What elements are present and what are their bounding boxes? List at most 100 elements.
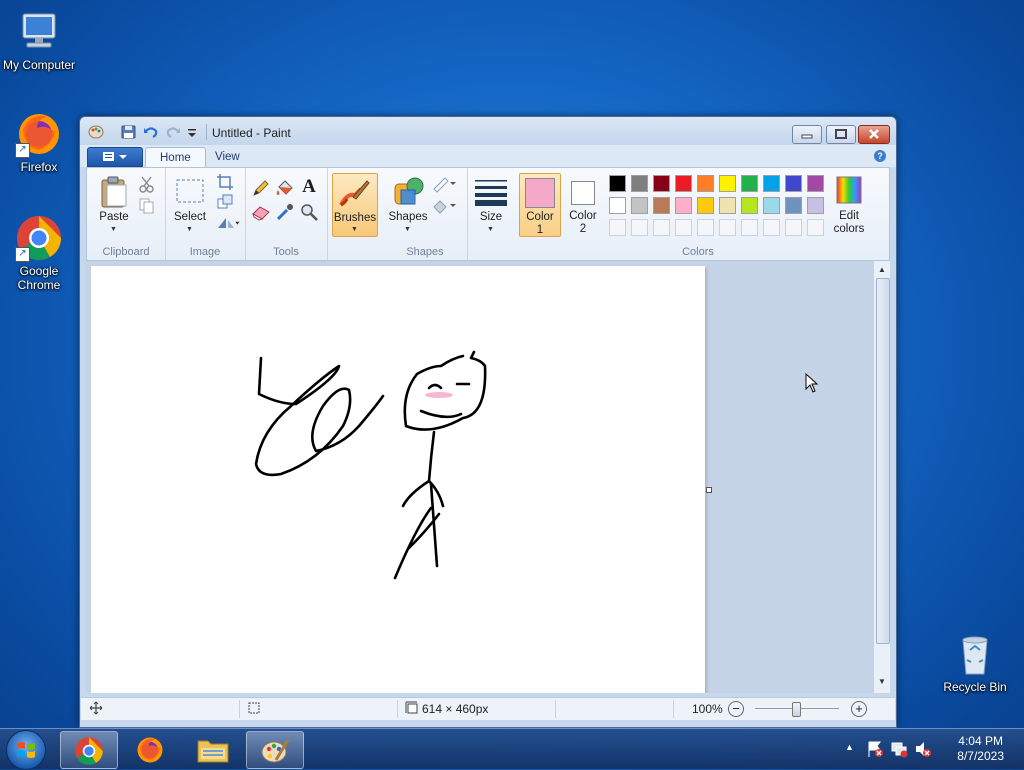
save-icon[interactable] <box>121 125 137 139</box>
customize-quick-access-icon[interactable] <box>186 125 202 139</box>
palette-swatch[interactable] <box>675 197 692 214</box>
show-hidden-icons-button[interactable]: ▲ <box>845 742 854 752</box>
canvas-workspace <box>86 261 873 693</box>
custom-color-slot[interactable] <box>653 219 670 236</box>
crop-icon[interactable] <box>215 172 235 192</box>
custom-color-slot[interactable] <box>609 219 626 236</box>
size-button[interactable]: Size ▼ <box>469 172 513 234</box>
network-icon[interactable] <box>890 740 908 761</box>
edit-colors-button[interactable]: Edit colors <box>827 173 871 235</box>
color-palette <box>609 175 829 237</box>
desktop-icon-google-chrome[interactable]: ↗ Google Chrome <box>0 214 78 292</box>
palette-swatch[interactable] <box>719 175 736 192</box>
palette-swatch[interactable] <box>697 197 714 214</box>
custom-color-slot[interactable] <box>675 219 692 236</box>
brush-icon <box>339 180 370 207</box>
scroll-up-button[interactable]: ▲ <box>875 263 889 276</box>
shapes-button[interactable]: Shapes ▼ <box>387 172 429 234</box>
palette-swatch[interactable] <box>653 197 670 214</box>
zoom-out-button[interactable]: − <box>728 701 744 717</box>
palette-swatch[interactable] <box>763 197 780 214</box>
palette-swatch[interactable] <box>675 175 692 192</box>
palette-swatch[interactable] <box>653 175 670 192</box>
palette-swatch[interactable] <box>763 175 780 192</box>
palette-swatch[interactable] <box>631 197 648 214</box>
canvas-resize-handle[interactable] <box>706 487 712 493</box>
custom-color-slot[interactable] <box>763 219 780 236</box>
custom-color-slot[interactable] <box>741 219 758 236</box>
scroll-thumb[interactable] <box>876 278 890 644</box>
taskbar-paint[interactable] <box>246 731 304 769</box>
custom-color-slot[interactable] <box>785 219 802 236</box>
help-icon[interactable]: ? <box>874 150 886 162</box>
cut-icon[interactable] <box>137 174 157 194</box>
group-label-clipboard: Clipboard <box>102 246 150 258</box>
paint-app-icon[interactable] <box>88 125 104 139</box>
desktop-icon-my-computer[interactable]: My Computer <box>0 8 78 72</box>
palette-swatch[interactable] <box>631 175 648 192</box>
copy-icon[interactable] <box>137 196 157 216</box>
color1-button[interactable]: Color 1 <box>519 173 561 237</box>
custom-color-slot[interactable] <box>697 219 714 236</box>
palette-swatch[interactable] <box>609 175 626 192</box>
stick-figure-drawing <box>254 350 487 580</box>
palette-swatch[interactable] <box>785 175 802 192</box>
fill-shape-icon[interactable] <box>431 196 456 216</box>
custom-color-slot[interactable] <box>807 219 824 236</box>
desktop-icon-recycle-bin[interactable]: Recycle Bin <box>936 630 1014 694</box>
size-icon <box>475 180 507 206</box>
custom-color-slot[interactable] <box>719 219 736 236</box>
title-bar[interactable]: Untitled - Paint <box>80 117 896 145</box>
chrome-icon: ↗ <box>15 214 63 262</box>
color-picker-icon[interactable] <box>275 202 295 222</box>
palette-swatch[interactable] <box>719 197 736 214</box>
brushes-button[interactable]: Brushes ▼ <box>332 173 378 237</box>
zoom-in-button[interactable]: + <box>851 701 867 717</box>
fill-icon[interactable] <box>275 178 295 198</box>
close-button[interactable] <box>858 125 890 144</box>
ribbon-tabs: Home View ? <box>80 145 896 168</box>
minimize-button[interactable] <box>792 125 822 144</box>
start-button[interactable] <box>6 730 46 770</box>
action-center-icon[interactable] <box>866 740 884 761</box>
eraser-icon[interactable] <box>251 202 271 222</box>
paste-label: Paste <box>99 211 129 223</box>
taskbar-file-explorer[interactable] <box>184 731 240 767</box>
rotate-icon[interactable] <box>215 212 240 232</box>
palette-swatch[interactable] <box>807 197 824 214</box>
magnifier-icon[interactable] <box>299 202 319 222</box>
color2-number: 2 <box>579 223 587 235</box>
palette-swatch[interactable] <box>785 197 802 214</box>
redo-icon[interactable] <box>165 125 181 139</box>
maximize-button[interactable] <box>826 125 856 144</box>
vertical-scrollbar[interactable]: ▲ ▼ <box>873 261 890 693</box>
undo-icon[interactable] <box>143 125 159 139</box>
text-tool-icon[interactable]: A <box>299 177 319 197</box>
resize-icon[interactable] <box>215 192 235 212</box>
paint-menu-button[interactable] <box>87 147 143 167</box>
outline-icon[interactable] <box>431 174 456 194</box>
custom-color-slot[interactable] <box>631 219 648 236</box>
palette-swatch[interactable] <box>697 175 714 192</box>
desktop-icon-firefox[interactable]: ↗ Firefox <box>0 110 78 174</box>
palette-swatch[interactable] <box>609 197 626 214</box>
tab-home[interactable]: Home <box>145 147 206 168</box>
pencil-icon[interactable] <box>251 178 271 198</box>
select-button[interactable]: Select ▼ <box>169 172 211 234</box>
palette-swatch[interactable] <box>741 197 758 214</box>
palette-swatch[interactable] <box>741 175 758 192</box>
desktop-icon-label: Firefox <box>20 160 58 174</box>
system-clock[interactable]: 4:04 PM 8/7/2023 <box>957 734 1004 764</box>
volume-icon[interactable] <box>914 740 932 761</box>
tab-view[interactable]: View <box>201 147 254 167</box>
select-icon <box>176 179 204 203</box>
color2-button[interactable]: Color 2 <box>563 173 603 235</box>
maximize-icon <box>835 129 847 139</box>
palette-swatch[interactable] <box>807 175 824 192</box>
scroll-down-button[interactable]: ▼ <box>875 675 889 688</box>
taskbar-firefox[interactable] <box>122 731 178 767</box>
taskbar-chrome[interactable] <box>60 731 118 769</box>
drawing-canvas[interactable] <box>91 266 705 693</box>
paste-button[interactable]: Paste ▼ <box>93 172 135 234</box>
zoom-slider-thumb[interactable] <box>792 702 801 717</box>
